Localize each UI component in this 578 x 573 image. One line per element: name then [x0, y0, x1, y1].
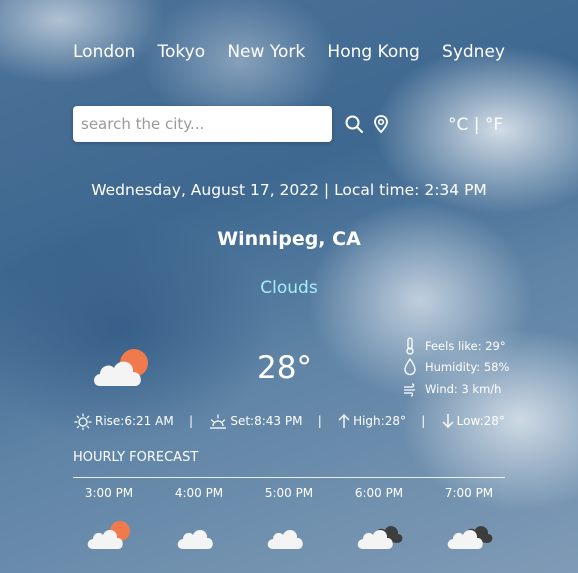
hourly-time: 4:00 PM — [174, 486, 224, 500]
low-temp-text: Low:28° — [456, 414, 505, 428]
cloud-sun-icon — [87, 521, 130, 549]
current-temperature: 28° — [257, 350, 312, 386]
sunrise-icon — [74, 413, 92, 430]
sunset-text: Set:8:43 PM — [230, 414, 303, 428]
location-pin-icon[interactable] — [371, 114, 391, 134]
stat-separator: | — [188, 414, 194, 428]
weather-condition: Clouds — [260, 278, 318, 298]
city-title: Winnipeg, CA — [217, 228, 361, 250]
hourly-time: 7:00 PM — [444, 486, 494, 500]
city-link-london[interactable]: London — [73, 42, 135, 62]
arrow-up-icon — [338, 414, 350, 428]
hourly-item: 6:00 PM — [334, 486, 424, 556]
hourly-forecast-title: HOURLY FORECAST — [73, 450, 199, 465]
hourly-time: 6:00 PM — [354, 486, 404, 500]
divider — [73, 477, 505, 478]
search-box — [73, 106, 332, 142]
stat-separator: | — [317, 414, 322, 428]
cloud-icon — [267, 529, 303, 549]
droplet-icon — [404, 358, 416, 376]
hourly-item: 3:00 PM — [64, 486, 154, 556]
high-temp-text: High:28° — [353, 414, 406, 428]
hourly-item: 4:00 PM — [154, 486, 244, 556]
search-icon[interactable] — [344, 114, 364, 134]
unit-toggle: °C | °F — [448, 115, 503, 135]
broken-clouds-icon — [447, 526, 493, 549]
thermometer-icon — [406, 337, 414, 355]
city-link-new-york[interactable]: New York — [227, 42, 305, 62]
city-nav: London Tokyo New York Hong Kong Sydney — [73, 42, 505, 62]
sunset-icon — [210, 414, 227, 429]
sun-temp-stats: Rise:6:21 AM | Set:8:43 PM | High:28° | … — [73, 412, 505, 430]
search-input[interactable] — [73, 106, 329, 142]
sunrise-text: Rise:6:21 AM — [95, 414, 174, 428]
high-temp: High:28° — [337, 413, 406, 429]
city-link-sydney[interactable]: Sydney — [442, 42, 505, 62]
unit-separator: | — [473, 115, 480, 135]
stat-separator: | — [421, 414, 426, 428]
city-link-hong-kong[interactable]: Hong Kong — [327, 42, 419, 62]
wind-text: Wind: 3 km/h — [425, 381, 502, 396]
sunrise: Rise:6:21 AM — [73, 412, 174, 430]
humidity-text: Humidity: 58% — [425, 360, 510, 375]
local-datetime: Wednesday, August 17, 2022 | Local time:… — [91, 181, 487, 199]
hourly-forecast: 3:00 PM 4:00 PM 5:00 PM 6:00 PM 7:00 PM — [64, 486, 514, 556]
low-temp: Low:28° — [441, 413, 505, 429]
city-link-tokyo[interactable]: Tokyo — [158, 42, 206, 62]
weather-details: Feels like: 29° Humidity: 58% Wind: 3 km… — [403, 335, 509, 400]
cloud-icon — [177, 529, 213, 549]
fahrenheit-button[interactable]: °F — [485, 115, 503, 135]
wind-icon — [404, 383, 415, 397]
celsius-button[interactable]: °C — [448, 115, 468, 135]
hourly-time: 3:00 PM — [84, 486, 134, 500]
sunset: Set:8:43 PM — [208, 412, 302, 430]
feels-like-text: Feels like: 29° — [425, 338, 506, 353]
arrow-down-icon — [442, 414, 454, 428]
cloud-sun-icon — [94, 349, 148, 386]
hourly-item: 7:00 PM — [424, 486, 514, 556]
hourly-time: 5:00 PM — [264, 486, 314, 500]
hourly-item: 5:00 PM — [244, 486, 334, 556]
broken-clouds-icon — [357, 526, 403, 549]
